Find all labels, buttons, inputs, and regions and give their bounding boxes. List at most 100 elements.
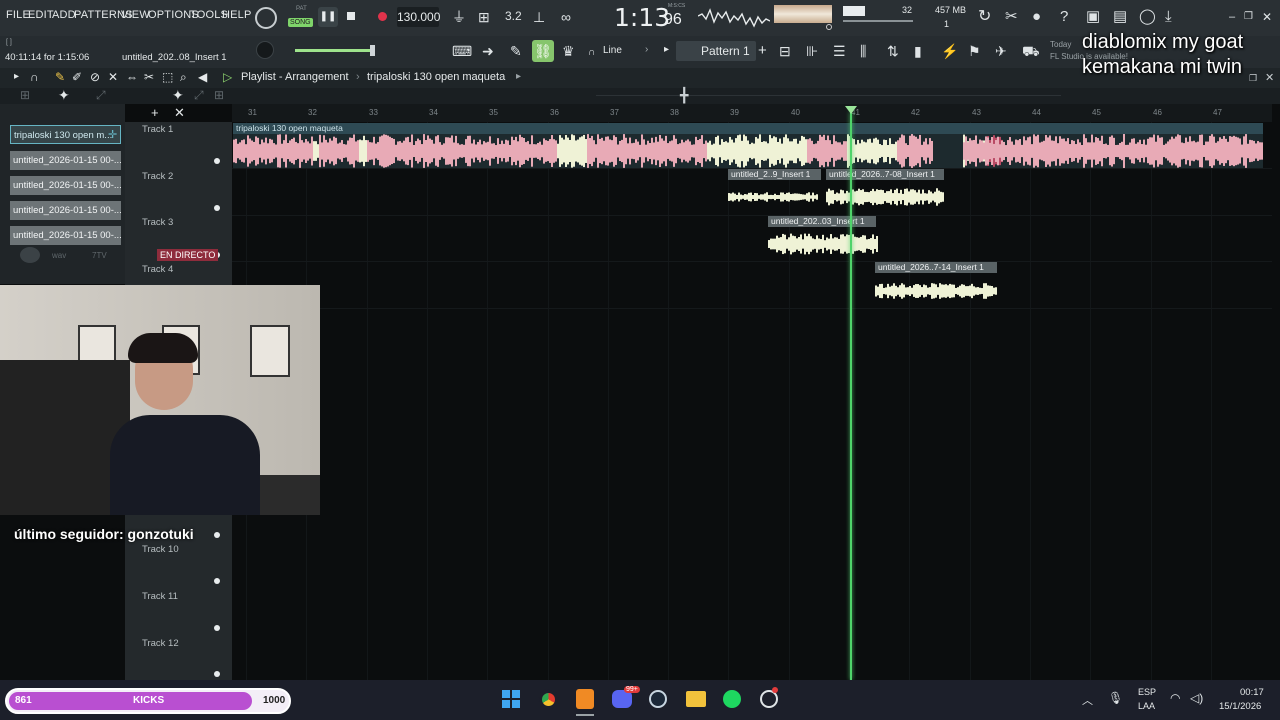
minimize-icon[interactable]: –: [1229, 11, 1235, 23]
microphone-icon[interactable]: ●: [1032, 9, 1041, 24]
wifi-icon[interactable]: ◠: [1170, 691, 1180, 705]
plugin-icon[interactable]: ⚡: [941, 44, 958, 58]
step-edit-icon[interactable]: ⊥: [533, 10, 545, 24]
track-12-label[interactable]: Track 12: [142, 638, 179, 649]
tray-chevron-icon[interactable]: ︿: [1082, 692, 1093, 708]
pattern-arrow-icon[interactable]: ▸: [664, 44, 669, 55]
track-link-icon[interactable]: ⤢: [194, 88, 204, 103]
browser-clip-4[interactable]: untitled_2026-01-15 00-...: [10, 201, 121, 220]
wait-record-icon[interactable]: ⊞: [478, 10, 490, 24]
track-2-mute[interactable]: [214, 205, 220, 211]
piano-roll-icon[interactable]: ⊪: [806, 44, 818, 58]
windows-start-icon[interactable]: [502, 690, 520, 708]
track-4-label[interactable]: Track 4: [142, 264, 173, 275]
touch-keyboard-icon[interactable]: ✈: [995, 44, 1007, 58]
track-tool-icon[interactable]: ✦: [172, 87, 184, 104]
language-2[interactable]: LAA: [1138, 701, 1155, 711]
browser-nav-icon[interactable]: ✦: [58, 87, 70, 104]
download-icon[interactable]: ⤓: [1165, 9, 1172, 24]
audio-settings-icon[interactable]: ✂: [1005, 9, 1018, 24]
playlist-close-icon[interactable]: ✕: [1265, 71, 1274, 84]
pattern-selector[interactable]: Pattern 1: [676, 41, 756, 61]
pencil-icon[interactable]: ✎: [510, 44, 522, 58]
arrow-right-icon[interactable]: ➜: [482, 44, 494, 58]
paint-tool-icon[interactable]: ✐: [72, 70, 82, 84]
mute-tool-icon[interactable]: ✕: [108, 70, 118, 84]
browser-clip-5[interactable]: untitled_2026-01-15 00-...: [10, 226, 121, 245]
track-9-mute[interactable]: [214, 532, 220, 538]
playhead[interactable]: [850, 112, 852, 680]
undo-icon[interactable]: ↻: [978, 9, 991, 25]
snap-arrow-icon[interactable]: ›: [645, 44, 648, 55]
performance-icon[interactable]: ⚑: [968, 44, 981, 58]
browser-clip-2[interactable]: untitled_2026-01-15 00-...: [10, 151, 121, 170]
help-icon[interactable]: ?: [1060, 9, 1068, 24]
track-1-label[interactable]: Track 1: [142, 124, 173, 135]
snap-select[interactable]: Line: [603, 45, 622, 56]
menu-file[interactable]: FILE: [6, 9, 30, 21]
track-piano-icon[interactable]: ⊞: [214, 88, 224, 102]
record-button[interactable]: [378, 12, 387, 21]
clip-t4-label[interactable]: untitled_2026..7-14_Insert 1: [875, 262, 997, 273]
track-3-label[interactable]: Track 3: [142, 217, 173, 228]
tray-mic-icon[interactable]: 🎙: [1108, 691, 1123, 705]
track-11-mute[interactable]: [214, 625, 220, 631]
track-10-label[interactable]: Track 10: [142, 544, 179, 555]
stop-button[interactable]: [347, 12, 355, 20]
play-arrow-icon[interactable]: ▸: [14, 71, 19, 82]
loop-record-icon[interactable]: ∞: [561, 10, 571, 24]
slip-tool-icon[interactable]: ⇔: [126, 70, 138, 84]
playback-icon[interactable]: ▷: [223, 70, 232, 84]
track-11-label[interactable]: Track 11: [142, 591, 178, 602]
clock-date[interactable]: 15/1/2026: [1219, 701, 1261, 712]
save-icon[interactable]: ▣: [1086, 9, 1100, 24]
pitch-knob[interactable]: [256, 41, 274, 59]
browser-icon[interactable]: ▮: [914, 44, 922, 58]
track-1-mute[interactable]: [214, 158, 220, 164]
routing-icon[interactable]: ⇅: [887, 44, 899, 58]
monitor-knob[interactable]: [826, 24, 832, 30]
stamp-icon[interactable]: ♛: [562, 44, 575, 58]
tempo-display[interactable]: 130.000: [397, 7, 440, 27]
remove-track-icon[interactable]: ✕: [174, 105, 185, 121]
clip-t2a-label[interactable]: untitled_2..9_Insert 1: [728, 169, 821, 180]
pat-song-toggle[interactable]: PAT SONG: [288, 5, 316, 31]
select-tool-icon[interactable]: ⬚: [162, 70, 173, 84]
language-1[interactable]: ESP: [1138, 687, 1156, 697]
save-as-icon[interactable]: ▤: [1113, 9, 1127, 24]
master-pitch-slider[interactable]: [295, 49, 375, 52]
link-icon[interactable]: ⛓: [532, 40, 554, 62]
mixer-icon[interactable]: ⫼: [860, 44, 866, 58]
speaker-icon[interactable]: ◀: [198, 70, 207, 84]
channel-rack-icon[interactable]: ☰: [833, 44, 846, 58]
piano-icon[interactable]: ⌨: [452, 44, 472, 58]
scroll-track[interactable]: [596, 95, 1061, 96]
volume-icon[interactable]: ◁): [1190, 691, 1203, 705]
arrangement-name[interactable]: tripaloski 130 open maqueta: [367, 71, 505, 83]
master-volume-knob[interactable]: [255, 7, 277, 29]
menu-help[interactable]: HELP: [222, 9, 252, 21]
clip-t2b-label[interactable]: untitled_2026..7-08_Insert 1: [826, 169, 944, 180]
restore-icon[interactable]: ❐: [1244, 11, 1253, 22]
menu-edit[interactable]: EDIT: [28, 9, 54, 21]
delete-tool-icon[interactable]: ⊘: [90, 70, 100, 84]
draw-tool-icon[interactable]: ✎: [55, 70, 65, 84]
browser-piano-icon[interactable]: ⊞: [20, 88, 30, 102]
timeline-ruler[interactable]: [232, 104, 1272, 122]
slider-handle[interactable]: [370, 45, 375, 56]
add-track-icon[interactable]: +: [151, 105, 159, 120]
slice-tool-icon[interactable]: ✂: [144, 70, 154, 84]
add-pattern-icon[interactable]: +: [758, 43, 767, 58]
spotify-icon[interactable]: [723, 690, 741, 708]
clock-time[interactable]: 00:17: [1240, 687, 1264, 698]
time-marker-icon[interactable]: ╋: [680, 87, 688, 104]
clip-t3-label[interactable]: untitled_202..03_Insert 1: [768, 216, 876, 227]
track-12-mute[interactable]: [214, 671, 220, 677]
browser-link-icon[interactable]: ⤢: [96, 88, 106, 103]
shop-icon[interactable]: ⛟: [1022, 44, 1040, 58]
metronome-icon[interactable]: ⏚: [452, 10, 466, 24]
browser-clip-1[interactable]: tripaloski 130 open m...: [10, 125, 121, 144]
steam-icon[interactable]: [649, 690, 667, 708]
audio-clip-main[interactable]: tripaloski 130 open maqueta: [233, 123, 1263, 168]
browser-clip-3[interactable]: untitled_2026-01-15 00-...: [10, 176, 121, 195]
